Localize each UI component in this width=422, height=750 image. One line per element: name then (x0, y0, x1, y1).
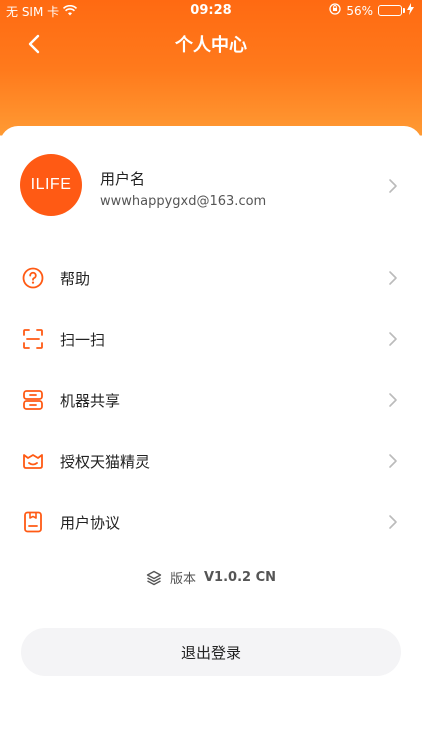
chevron-right-icon (389, 179, 397, 193)
charging-icon (407, 3, 414, 18)
menu-item-label: 机器共享 (60, 392, 121, 410)
menu-item-device-share[interactable]: 机器共享 (0, 370, 422, 431)
navbar: 个人中心 (0, 22, 422, 66)
version-value: V1.0.2 CN (203, 570, 277, 585)
screen: 无 SIM 卡 09:28 56% 个人中心 ILIFE 用户名 wwwhapp… (0, 0, 422, 750)
logout-button[interactable]: 退出登录 (21, 628, 401, 676)
chevron-right-icon (389, 271, 397, 285)
scan-icon (23, 329, 43, 349)
menu-list: 帮助 扫一扫 机器共享 授权天猫精灵 用户协议 (0, 248, 422, 553)
version-info: 版本 V1.0.2 CN (0, 568, 422, 587)
menu-item-label: 用户协议 (60, 514, 121, 532)
battery-icon (378, 5, 405, 16)
menu-item-label: 帮助 (60, 270, 91, 288)
menu-item-user-agreement[interactable]: 用户协议 (0, 492, 422, 553)
chevron-right-icon (389, 332, 397, 346)
menu-item-label: 扫一扫 (60, 331, 106, 349)
rotation-lock-icon (329, 3, 341, 18)
share-device-icon (23, 390, 43, 410)
layers-icon (146, 570, 162, 585)
chevron-right-icon (389, 454, 397, 468)
version-label: 版本 (169, 572, 196, 587)
avatar: ILIFE (20, 154, 82, 216)
status-bar: 无 SIM 卡 09:28 56% (0, 0, 422, 22)
chevron-right-icon (389, 515, 397, 529)
help-icon (22, 267, 44, 289)
menu-item-scan[interactable]: 扫一扫 (0, 309, 422, 370)
username-text: 用户名 (100, 170, 146, 188)
agreement-icon (24, 511, 42, 533)
chevron-right-icon (389, 393, 397, 407)
menu-item-help[interactable]: 帮助 (0, 248, 422, 309)
battery-percent: 56% (346, 3, 373, 18)
menu-item-label: 授权天猫精灵 (60, 453, 151, 471)
status-right: 56% (329, 3, 414, 18)
content-card: ILIFE 用户名 wwwhappygxd@163.com 帮助 扫一扫 机器共… (0, 126, 422, 750)
menu-item-tmall-genie[interactable]: 授权天猫精灵 (0, 431, 422, 492)
profile-row[interactable]: ILIFE 用户名 wwwhappygxd@163.com (20, 154, 402, 218)
tmall-genie-icon (23, 454, 43, 469)
email-text: wwwhappygxd@163.com (100, 194, 267, 209)
page-title: 个人中心 (175, 35, 247, 56)
